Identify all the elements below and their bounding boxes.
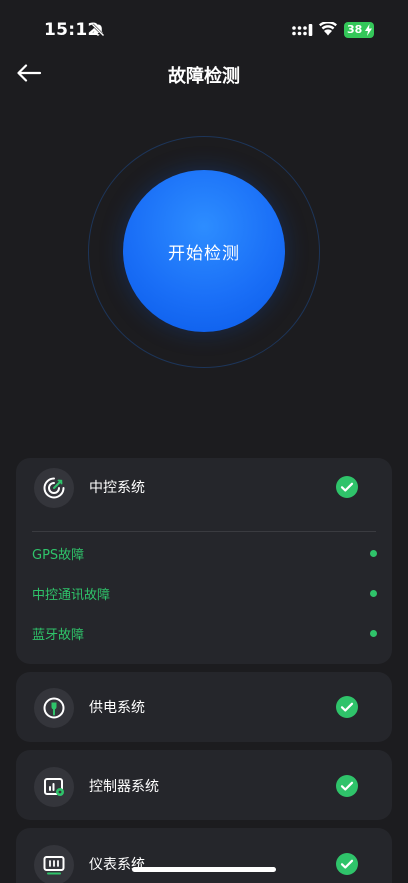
system-name: 控制器系统 — [89, 779, 159, 795]
radar-target-icon — [43, 477, 65, 499]
system-name: 供电系统 — [89, 700, 145, 716]
home-indicator — [132, 867, 276, 872]
bell-muted-icon — [91, 23, 105, 37]
system-card-power[interactable]: 供电系统 — [16, 672, 392, 742]
charging-bolt-icon — [365, 24, 372, 36]
battery-level: 38 — [347, 23, 363, 36]
check-circle-icon — [336, 853, 358, 875]
fault-status-dot — [370, 630, 377, 637]
system-card-controller[interactable]: 控制器系统 — [16, 750, 392, 820]
check-circle-icon — [336, 696, 358, 718]
fault-status-dot — [370, 550, 377, 557]
system-icon-badge — [34, 845, 74, 883]
wifi-icon — [319, 22, 337, 36]
status-bar: 15:12 38 — [0, 0, 408, 56]
battery-indicator: 38 — [344, 22, 374, 38]
system-card-header[interactable]: 供电系统 — [16, 678, 392, 736]
system-card-header[interactable]: 控制器系统 — [16, 757, 392, 815]
check-circle-icon — [336, 476, 358, 498]
system-icon-badge — [34, 767, 74, 807]
fault-label: 中控通讯故障 — [32, 588, 111, 603]
system-card-header[interactable]: 中控系统 — [16, 458, 392, 516]
fault-item: 蓝牙故障 — [32, 624, 377, 644]
system-card-dashboard[interactable]: 仪表系统 — [16, 828, 392, 883]
page-title: 故障检测 — [168, 66, 240, 87]
system-card-header[interactable]: 仪表系统 — [16, 835, 392, 883]
system-icon-badge — [34, 468, 74, 508]
nav-bar: 故障检测 — [0, 56, 408, 92]
dashboard-display-icon — [43, 856, 65, 875]
fault-label: GPS故障 — [32, 548, 85, 563]
system-icon-badge — [34, 688, 74, 728]
cellular-signal-icon — [292, 24, 313, 36]
system-card-central-control[interactable]: 中控系统 GPS故障 中控通讯故障 蓝牙故障 — [16, 458, 392, 664]
controller-chart-icon — [44, 778, 64, 796]
power-plug-icon — [43, 697, 65, 719]
start-detection-label: 开始检测 — [168, 243, 240, 264]
fault-label: 蓝牙故障 — [32, 628, 85, 643]
fault-status-dot — [370, 590, 377, 597]
check-circle-icon — [336, 775, 358, 797]
fault-item: 中控通讯故障 — [32, 584, 377, 604]
fault-item: GPS故障 — [32, 544, 377, 564]
card-divider — [32, 531, 376, 532]
system-name: 中控系统 — [89, 480, 145, 496]
start-detection-button[interactable]: 开始检测 — [123, 170, 285, 332]
